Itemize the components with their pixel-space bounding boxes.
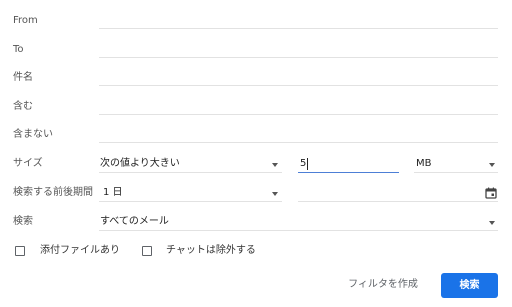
search-in-value: すべてのメール [100,216,169,227]
search-in-label: 検索 [13,216,33,227]
no-words-field[interactable] [99,142,498,143]
subject-field[interactable] [99,85,498,86]
search-in-underline [99,230,498,231]
to-field[interactable] [99,57,498,58]
date-within-underline [99,201,282,202]
size-comparator-underline [99,172,282,173]
subject-label: 件名 [13,72,33,83]
size-value: 5 [300,158,307,169]
calendar-icon[interactable] [485,187,497,199]
advanced-search-panel: From To 件名 含む 含まない サイズ 次の値より大きい 5 MB 検索す… [0,0,512,307]
has-attachment-checkbox[interactable] [15,246,25,256]
chevron-down-icon [272,192,278,196]
chevron-down-icon [489,163,495,167]
exclude-chats-label: チャットは除外する [166,245,256,256]
has-words-field[interactable] [99,114,498,115]
has-attachment-label: 添付ファイルあり [40,245,120,256]
text-cursor [307,158,308,170]
size-unit-underline [414,172,498,173]
search-button[interactable]: 検索 [441,273,498,298]
size-comparator-value: 次の値より大きい [100,158,180,169]
has-words-label: 含む [13,101,33,112]
from-label: From [13,15,38,26]
exclude-chats-checkbox[interactable] [142,246,152,256]
date-underline [298,201,498,202]
create-filter-button[interactable]: フィルタを作成 [343,276,423,294]
size-unit-value: MB [416,158,432,169]
from-field[interactable] [99,28,498,29]
date-within-label: 検索する前後期間 [13,187,93,198]
size-label: サイズ [13,158,43,169]
chevron-down-icon [272,163,278,167]
chevron-down-icon [489,221,495,225]
size-value-underline [298,172,399,173]
date-within-value: 1 日 [103,187,123,198]
no-words-label: 含まない [13,129,53,140]
to-label: To [13,44,24,55]
